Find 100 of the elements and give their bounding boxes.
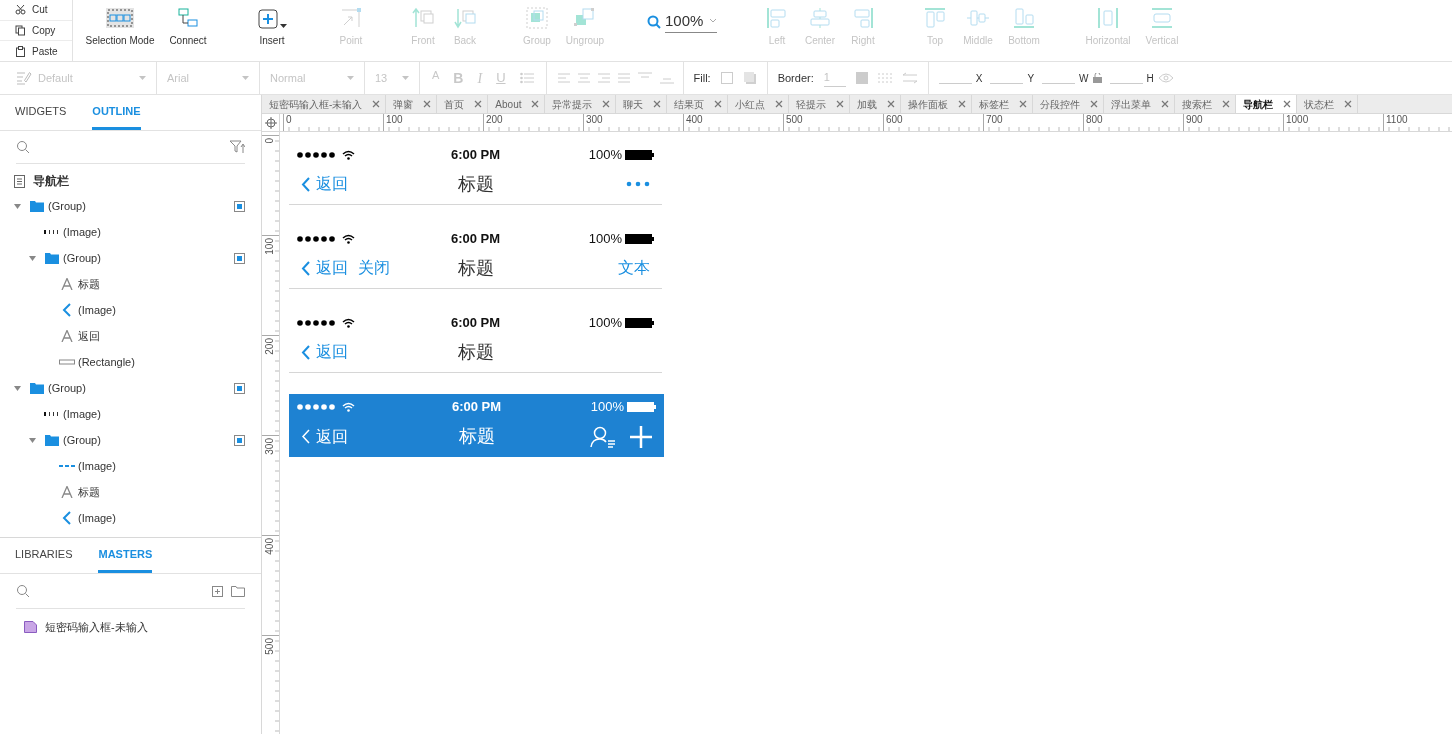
search-icon[interactable] bbox=[16, 140, 30, 154]
battery-icon bbox=[627, 402, 656, 412]
tree-item[interactable]: (Rectangle) bbox=[0, 349, 261, 375]
wifi-icon bbox=[342, 318, 355, 328]
caret-icon bbox=[347, 76, 354, 80]
back-button[interactable]: 返回 bbox=[301, 340, 348, 364]
folder-icon bbox=[45, 252, 59, 264]
ruler-label: 500 bbox=[265, 638, 275, 655]
clipboard-button[interactable]: Paste bbox=[0, 41, 72, 61]
caret-icon bbox=[242, 76, 249, 80]
close-icon[interactable] bbox=[714, 100, 723, 108]
master-item[interactable]: 短密码输入框-未输入 bbox=[0, 615, 261, 639]
ruler-label: 100 bbox=[386, 115, 403, 125]
close-icon[interactable] bbox=[1344, 100, 1353, 108]
close-icon[interactable] bbox=[887, 100, 896, 108]
caret-icon bbox=[139, 76, 146, 80]
tree-item[interactable]: (Group) bbox=[0, 193, 261, 219]
close-icon[interactable] bbox=[1090, 100, 1099, 108]
close-icon[interactable] bbox=[1222, 100, 1231, 108]
panel-tab[interactable]: OUTLINE bbox=[92, 102, 141, 130]
tree-item[interactable]: 返回 bbox=[0, 323, 261, 349]
close-link[interactable]: 关闭 bbox=[358, 256, 390, 280]
collapse-triangle-icon[interactable] bbox=[29, 436, 36, 444]
page-tab[interactable]: 导航栏 bbox=[1236, 95, 1298, 113]
scissors-icon bbox=[15, 4, 26, 16]
rectangle-icon bbox=[59, 359, 75, 365]
lock-icon[interactable] bbox=[1092, 73, 1102, 83]
person-list-icon[interactable] bbox=[590, 425, 616, 448]
tree-item[interactable]: (Group) bbox=[0, 427, 261, 453]
page-icon bbox=[14, 174, 25, 188]
back-button[interactable]: 返回 bbox=[301, 256, 348, 280]
checkbox-icon[interactable] bbox=[234, 382, 245, 394]
panel-tab[interactable]: MASTERS bbox=[98, 545, 153, 573]
text-link[interactable]: 文本 bbox=[618, 256, 650, 280]
collapse-triangle-icon[interactable] bbox=[14, 202, 21, 210]
wifi-icon bbox=[342, 150, 355, 160]
ruler-label: 0 bbox=[265, 138, 275, 144]
folder-icon[interactable] bbox=[231, 585, 245, 597]
collapse-triangle-icon[interactable] bbox=[29, 254, 36, 262]
nav-title: 标题 bbox=[457, 340, 494, 364]
dots-icon bbox=[44, 411, 60, 417]
align-right-icon bbox=[852, 7, 874, 29]
ruler-label: 400 bbox=[265, 538, 275, 555]
crosshair-icon[interactable] bbox=[264, 116, 277, 129]
chevron-icon bbox=[62, 303, 72, 317]
tree-item[interactable]: (Image) bbox=[0, 453, 261, 479]
checkbox-icon[interactable] bbox=[234, 434, 245, 446]
toolbar-button[interactable]: Connect bbox=[166, 0, 210, 61]
close-icon[interactable] bbox=[531, 100, 540, 108]
close-icon[interactable] bbox=[836, 100, 845, 108]
close-icon[interactable] bbox=[1161, 100, 1170, 108]
battery-percent: 100% bbox=[588, 230, 622, 249]
plus-icon[interactable] bbox=[630, 425, 652, 448]
tree-item[interactable]: (Image) bbox=[0, 219, 261, 245]
tree-item[interactable]: 标题 bbox=[0, 271, 261, 297]
close-icon[interactable] bbox=[474, 100, 483, 108]
page-name[interactable]: 导航栏 bbox=[33, 172, 69, 190]
back-button[interactable]: 返回 bbox=[301, 424, 348, 449]
fill-color-icon[interactable] bbox=[720, 72, 733, 84]
clipboard-button[interactable]: Copy bbox=[0, 20, 72, 42]
close-icon[interactable] bbox=[602, 100, 611, 108]
clipboard-button[interactable]: Cut bbox=[0, 0, 72, 21]
close-icon[interactable] bbox=[372, 100, 381, 108]
field-label: X bbox=[975, 71, 983, 86]
caret-icon bbox=[402, 76, 409, 80]
checkbox-icon[interactable] bbox=[234, 200, 245, 212]
border-color-icon[interactable] bbox=[855, 72, 868, 84]
collapse-triangle-icon[interactable] bbox=[14, 384, 21, 392]
checkbox-icon[interactable] bbox=[234, 252, 245, 264]
more-icon[interactable] bbox=[626, 181, 650, 187]
ruler-label: 1100 bbox=[1386, 115, 1408, 125]
close-icon[interactable] bbox=[653, 100, 662, 108]
toolbar-button[interactable]: Insert bbox=[252, 0, 292, 61]
folder-icon bbox=[30, 382, 44, 394]
tree-item[interactable]: (Image) bbox=[0, 401, 261, 427]
add-icon[interactable] bbox=[212, 585, 223, 597]
toolbar-button[interactable]: Selection Mode bbox=[84, 0, 156, 61]
ruler-label: 0 bbox=[286, 115, 292, 125]
close-icon[interactable] bbox=[1019, 100, 1028, 108]
tree-item[interactable]: (Group) bbox=[0, 375, 261, 401]
tree-item[interactable]: 标题 bbox=[0, 479, 261, 505]
caret-icon bbox=[279, 24, 287, 29]
search-icon[interactable] bbox=[16, 584, 30, 598]
tree-item[interactable]: (Image) bbox=[0, 297, 261, 323]
back-button[interactable]: 返回 bbox=[301, 172, 348, 196]
zoom-field[interactable]: 100% bbox=[665, 9, 717, 34]
close-icon[interactable] bbox=[958, 100, 967, 108]
close-icon[interactable] bbox=[1283, 100, 1292, 108]
panel-tab[interactable]: WIDGETS bbox=[15, 102, 67, 130]
panel-tab[interactable]: LIBRARIES bbox=[15, 545, 73, 573]
tree-item[interactable]: (Group) bbox=[0, 245, 261, 271]
plus-square-icon bbox=[257, 9, 278, 29]
style-icon bbox=[16, 71, 32, 85]
close-icon[interactable] bbox=[775, 100, 784, 108]
text-icon bbox=[60, 278, 74, 290]
filter-icon[interactable] bbox=[229, 140, 245, 154]
status-time: 6:00 PM bbox=[450, 146, 501, 165]
ruler-label: 900 bbox=[1186, 115, 1203, 125]
close-icon[interactable] bbox=[423, 100, 432, 108]
tree-item[interactable]: (Image) bbox=[0, 505, 261, 531]
